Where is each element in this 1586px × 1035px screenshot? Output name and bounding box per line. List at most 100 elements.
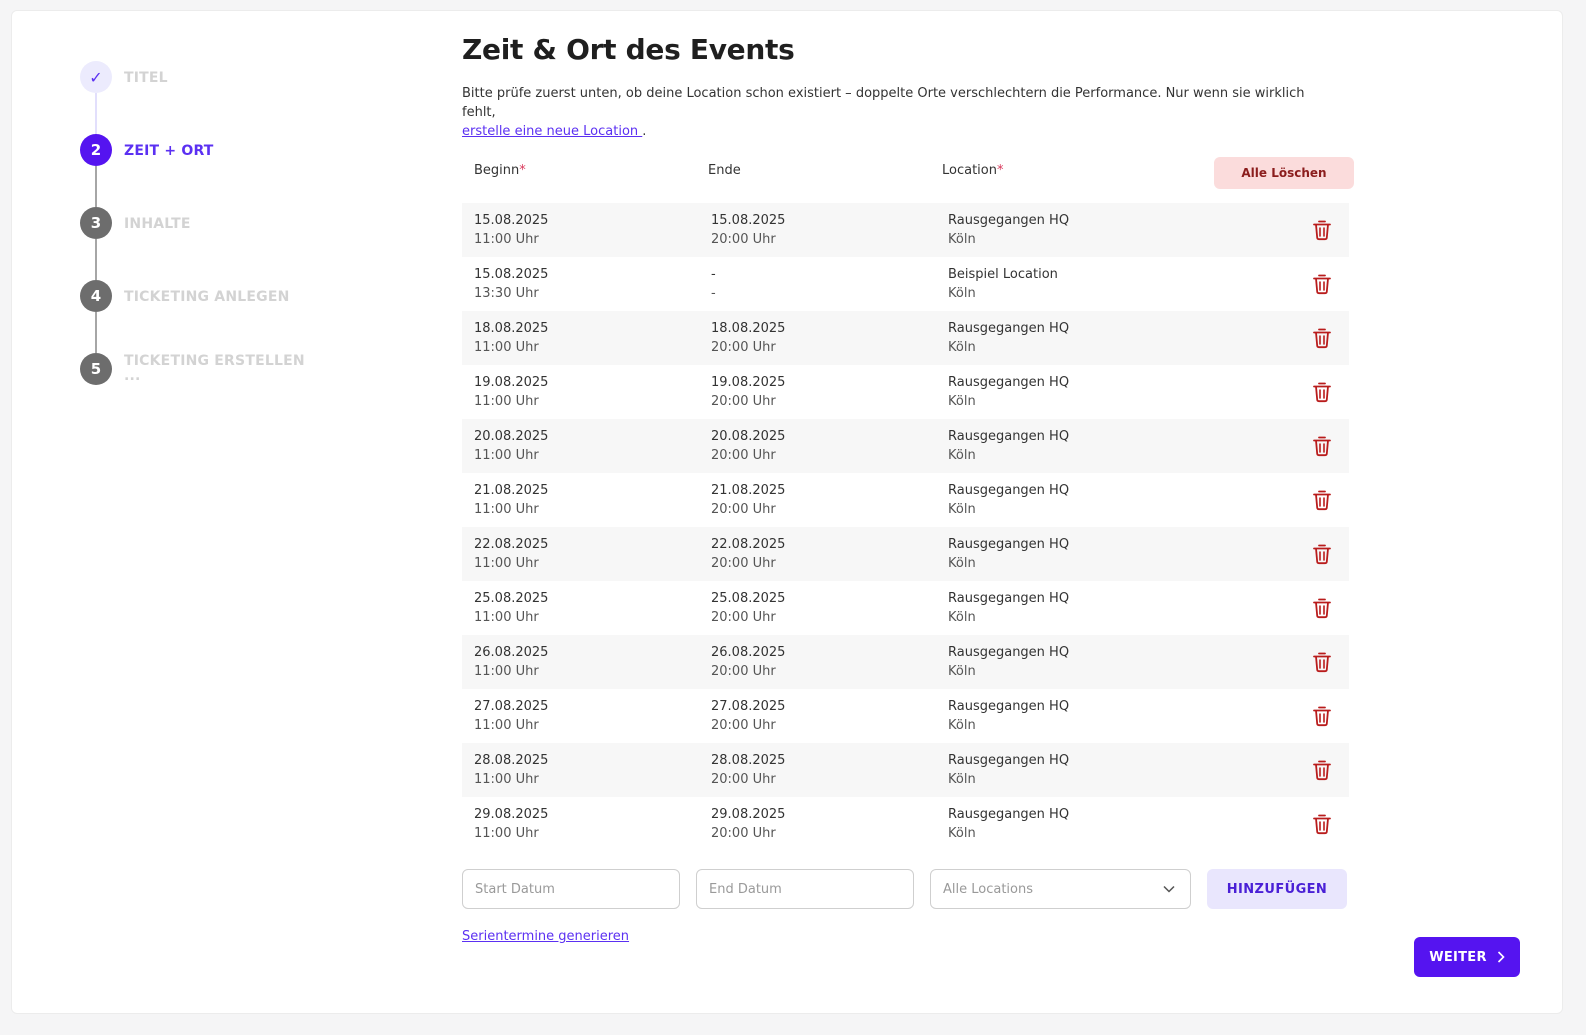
location-cell: Rausgegangen HQ Köln	[948, 805, 1069, 843]
trash-icon	[1313, 382, 1331, 403]
location-cell: Rausgegangen HQ Köln	[948, 751, 1069, 789]
end-date: 18.08.2025	[711, 321, 786, 336]
delete-row-button[interactable]	[1310, 326, 1334, 350]
begin-time: 11:00 Uhr	[474, 610, 539, 625]
begin-time: 11:00 Uhr	[474, 448, 539, 463]
location-cell: Rausgegangen HQ Köln	[948, 535, 1069, 573]
step-label: TITEL	[124, 70, 168, 86]
end-cell: 21.08.2025 20:00 Uhr	[711, 481, 785, 519]
location-city: Köln	[948, 610, 976, 625]
location-name: Rausgegangen HQ	[948, 645, 1070, 660]
table-row: 15.08.2025 11:00 Uhr 15.08.2025 20:00 Uh…	[462, 203, 1349, 257]
end-cell: 26.08.2025 20:00 Uhr	[711, 643, 785, 681]
next-button[interactable]: WEITER	[1414, 937, 1520, 977]
delete-row-button[interactable]	[1310, 542, 1334, 566]
delete-row-button[interactable]	[1310, 218, 1334, 242]
location-city: Köln	[948, 502, 976, 517]
header-location-label: Location	[942, 163, 997, 178]
location-cell: Rausgegangen HQ Köln	[948, 643, 1069, 681]
end-date: 15.08.2025	[711, 213, 786, 228]
delete-row-button[interactable]	[1310, 596, 1334, 620]
header-begin: Beginn*	[474, 163, 526, 178]
location-select[interactable]: Alle Locations	[930, 869, 1191, 909]
clear-all-button[interactable]: Alle Löschen	[1214, 157, 1354, 189]
delete-row-button[interactable]	[1310, 272, 1334, 296]
location-cell: Rausgegangen HQ Köln	[948, 697, 1069, 735]
location-cell: Rausgegangen HQ Köln	[948, 427, 1069, 465]
end-time: 20:00 Uhr	[711, 232, 776, 247]
delete-row-button[interactable]	[1310, 812, 1334, 836]
begin-date: 26.08.2025	[474, 645, 549, 660]
location-name: Rausgegangen HQ	[948, 753, 1070, 768]
location-cell: Rausgegangen HQ Köln	[948, 319, 1069, 357]
step-number: 3	[80, 207, 112, 239]
end-date: -	[711, 267, 716, 282]
required-mark: *	[519, 163, 526, 178]
location-city: Köln	[948, 772, 976, 787]
delete-row-button[interactable]	[1310, 758, 1334, 782]
wizard-card: ✓ TITEL 2 ZEIT + ORT 3 INHALTE 4 TICKETI…	[11, 10, 1563, 1014]
end-date: 28.08.2025	[711, 753, 786, 768]
trash-icon	[1313, 220, 1331, 241]
end-date: 26.08.2025	[711, 645, 786, 660]
begin-date: 25.08.2025	[474, 591, 549, 606]
table-header: Beginn* Ende Location * Alle Löschen	[462, 157, 1362, 203]
check-icon: ✓	[80, 61, 112, 93]
delete-row-button[interactable]	[1310, 380, 1334, 404]
begin-date: 29.08.2025	[474, 807, 549, 822]
step-number: 2	[80, 134, 112, 166]
delete-row-button[interactable]	[1310, 488, 1334, 512]
delete-row-button[interactable]	[1310, 434, 1334, 458]
add-button[interactable]: HINZUFÜGEN	[1207, 869, 1347, 909]
begin-date: 27.08.2025	[474, 699, 549, 714]
step-label: ZEIT + ORT	[124, 143, 214, 159]
location-cell: Beispiel Location Köln	[948, 265, 1058, 303]
step-label-overflow: ...	[124, 368, 141, 384]
end-cell: 29.08.2025 20:00 Uhr	[711, 805, 785, 843]
begin-cell: 29.08.2025 11:00 Uhr	[474, 805, 548, 843]
begin-cell: 15.08.2025 11:00 Uhr	[474, 211, 548, 249]
begin-date: 20.08.2025	[474, 429, 549, 444]
begin-time: 11:00 Uhr	[474, 718, 539, 733]
end-date: 22.08.2025	[711, 537, 786, 552]
begin-date: 19.08.2025	[474, 375, 549, 390]
end-time: 20:00 Uhr	[711, 826, 776, 841]
location-city: Köln	[948, 664, 976, 679]
delete-row-button[interactable]	[1310, 650, 1334, 674]
intro-end: .	[642, 124, 647, 139]
location-name: Rausgegangen HQ	[948, 699, 1070, 714]
table-row: 20.08.2025 11:00 Uhr 20.08.2025 20:00 Uh…	[462, 419, 1349, 473]
begin-date: 18.08.2025	[474, 321, 549, 336]
end-date-field[interactable]	[696, 869, 914, 909]
generate-series-link[interactable]: Serientermine generieren	[462, 929, 629, 944]
location-city: Köln	[948, 556, 976, 571]
begin-date: 28.08.2025	[474, 753, 549, 768]
end-date-input[interactable]	[709, 881, 901, 897]
location-select-value: Alle Locations	[943, 881, 1034, 897]
location-cell: Rausgegangen HQ Köln	[948, 373, 1069, 411]
begin-cell: 27.08.2025 11:00 Uhr	[474, 697, 548, 735]
begin-time: 13:30 Uhr	[474, 286, 539, 301]
step-label: INHALTE	[124, 216, 191, 232]
header-end: Ende	[708, 163, 741, 178]
location-city: Köln	[948, 394, 976, 409]
start-date-field[interactable]	[462, 869, 680, 909]
end-date: 27.08.2025	[711, 699, 786, 714]
table-row: 25.08.2025 11:00 Uhr 25.08.2025 20:00 Uh…	[462, 581, 1349, 635]
end-cell: 25.08.2025 20:00 Uhr	[711, 589, 785, 627]
trash-icon	[1313, 760, 1331, 781]
start-date-input[interactable]	[475, 881, 667, 897]
end-cell: 18.08.2025 20:00 Uhr	[711, 319, 785, 357]
begin-time: 11:00 Uhr	[474, 502, 539, 517]
delete-row-button[interactable]	[1310, 704, 1334, 728]
end-time: 20:00 Uhr	[711, 556, 776, 571]
location-name: Rausgegangen HQ	[948, 807, 1070, 822]
end-date: 20.08.2025	[711, 429, 786, 444]
trash-icon	[1313, 706, 1331, 727]
create-location-link[interactable]: erstelle eine neue Location	[462, 124, 642, 139]
end-time: 20:00 Uhr	[711, 448, 776, 463]
begin-time: 11:00 Uhr	[474, 394, 539, 409]
end-cell: 15.08.2025 20:00 Uhr	[711, 211, 785, 249]
begin-cell: 15.08.2025 13:30 Uhr	[474, 265, 548, 303]
step-label: TICKETING ERSTELLEN ...	[124, 351, 314, 384]
